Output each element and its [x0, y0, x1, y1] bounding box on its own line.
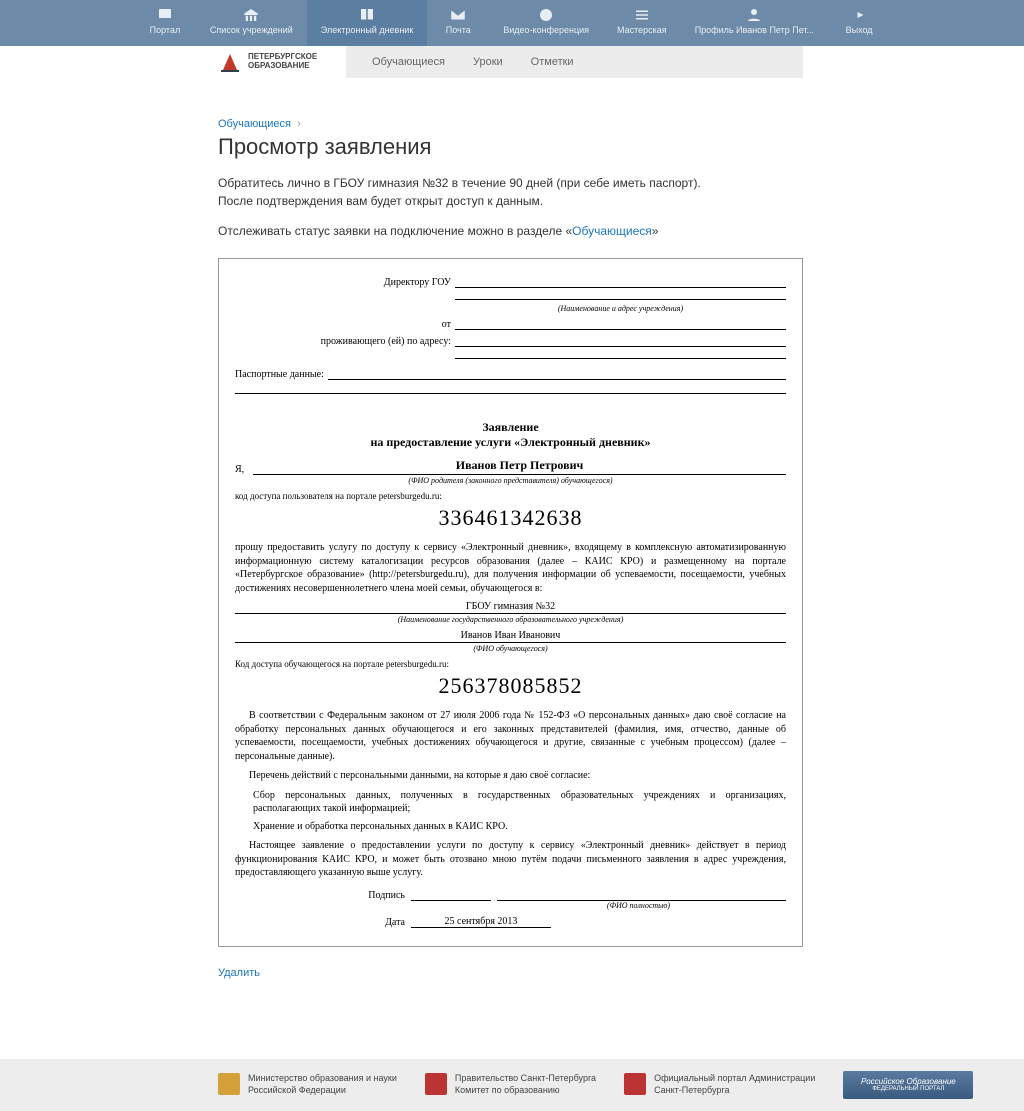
doc-director-label: Директору ГОУ: [235, 277, 455, 288]
doc-school: ГБОУ гимназия №32: [235, 601, 786, 614]
application-document: Директору ГОУ (Наименование и адрес учре…: [218, 258, 803, 947]
doc-code1-label: код доступа пользователя на портале pete…: [235, 491, 786, 501]
delete-link[interactable]: Удалить: [218, 967, 260, 979]
doc-student-sub: (ФИО обучающегося): [235, 644, 786, 653]
doc-sign-sub: (ФИО полностью): [491, 901, 786, 910]
nav-portal[interactable]: Портал: [134, 0, 196, 46]
logo[interactable]: ПЕТЕРБУРГСКОЕОБРАЗОВАНИЕ: [218, 46, 346, 78]
breadcrumb: Обучающиеся ›: [218, 118, 803, 130]
doc-parent-name: Иванов Петр Петрович: [253, 458, 786, 475]
doc-date-label: Дата: [235, 917, 405, 928]
emblem-icon: [218, 1073, 240, 1095]
nav-institutions[interactable]: Список учреждений: [196, 0, 307, 46]
subnav-lessons[interactable]: Уроки: [459, 56, 517, 68]
doc-body3b: Хранение и обработка персональных данных…: [235, 820, 786, 834]
footer-banner[interactable]: Российское Образование ФЕДЕРАЛЬНЫЙ ПОРТА…: [843, 1071, 973, 1099]
user-icon: [745, 6, 763, 24]
page-title: Просмотр заявления: [218, 134, 803, 160]
doc-body2: В соответствии с Федеральным законом от …: [235, 709, 786, 763]
topbar: Портал Список учреждений Электронный дне…: [0, 0, 1024, 46]
subbar: ПЕТЕРБУРГСКОЕОБРАЗОВАНИЕ Обучающиеся Уро…: [218, 46, 803, 78]
subnav-marks[interactable]: Отметки: [517, 56, 588, 68]
doc-code2-label: Код доступа обучающегося на портале pete…: [235, 659, 786, 669]
nav-workshop[interactable]: Мастерская: [603, 0, 681, 46]
breadcrumb-link[interactable]: Обучающиеся: [218, 118, 291, 130]
institution-icon: [242, 6, 260, 24]
nav-mail[interactable]: Почта: [427, 0, 489, 46]
doc-live-label: проживающего (ей) по адресу:: [235, 336, 455, 347]
doc-ya: Я,: [235, 464, 249, 475]
doc-director-sub: (Наименование и адрес учреждения): [235, 304, 786, 313]
content: Обучающиеся › Просмотр заявления Обратит…: [218, 78, 803, 1019]
doc-sign-label: Подпись: [235, 890, 405, 901]
logo-icon: [218, 50, 242, 74]
subnav-students[interactable]: Обучающиеся: [358, 56, 459, 68]
footer-admin[interactable]: Официальный портал АдминистрацииСанкт-Пе…: [624, 1073, 815, 1096]
footer-ministry[interactable]: Министерство образования и наукиРоссийск…: [218, 1073, 397, 1096]
desc-track: Отслеживать статус заявки на подключение…: [218, 222, 803, 240]
emblem-icon: [425, 1073, 447, 1095]
portal-icon: [156, 6, 174, 24]
emblem-icon: [624, 1073, 646, 1095]
doc-date: 25 сентября 2013: [411, 916, 551, 928]
doc-from-label: от: [235, 319, 455, 330]
doc-parent-sub: (ФИО родителя (законного представителя) …: [235, 476, 786, 485]
students-link[interactable]: Обучающиеся: [572, 224, 652, 238]
mail-icon: [449, 6, 467, 24]
doc-student-code: 256378085852: [235, 673, 786, 699]
doc-passport-label: Паспортные данные:: [235, 369, 328, 380]
list-icon: [633, 6, 651, 24]
nav-exit[interactable]: Выход: [828, 0, 890, 46]
footer-committee[interactable]: Правительство Санкт-ПетербургаКомитет по…: [425, 1073, 596, 1096]
doc-subtitle: на предоставление услуги «Электронный дн…: [235, 435, 786, 450]
footer: Министерство образования и наукиРоссийск…: [0, 1059, 1024, 1111]
nav-diary[interactable]: Электронный дневник: [307, 0, 427, 46]
doc-school-sub: (Наименование государственного образоват…: [235, 615, 786, 624]
doc-body3a: Сбор персональных данных, полученных в г…: [235, 789, 786, 816]
doc-body4: Настоящее заявление о предоставлении усл…: [235, 839, 786, 880]
book-icon: [358, 6, 376, 24]
doc-user-code: 336461342638: [235, 505, 786, 531]
nav-video[interactable]: Видео-конференция: [489, 0, 603, 46]
doc-title: Заявление: [235, 420, 786, 435]
doc-body3: Перечень действий с персональными данным…: [235, 769, 786, 783]
nav-profile[interactable]: Профиль Иванов Петр Пет...: [681, 0, 828, 46]
doc-student: Иванов Иван Иванович: [235, 630, 786, 643]
exit-icon: [850, 6, 868, 24]
video-icon: [537, 6, 555, 24]
desc-block: Обратитесь лично в ГБОУ гимназия №32 в т…: [218, 174, 803, 210]
doc-body1: прошу предоставить услугу по доступу к с…: [235, 541, 786, 595]
